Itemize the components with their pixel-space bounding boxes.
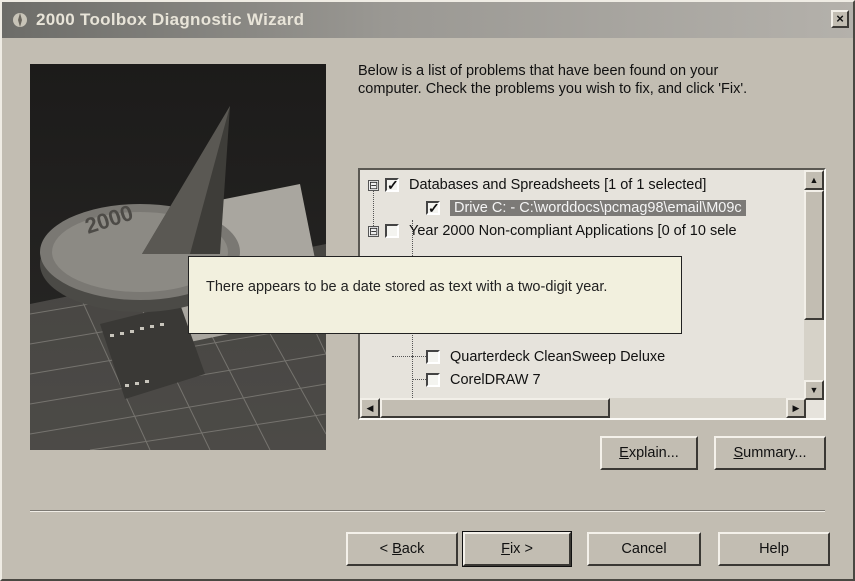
explain-button[interactable]: Explain... <box>600 436 698 470</box>
explain-label: xplain... <box>628 445 679 461</box>
problem-tooltip: There appears to be a date stored as tex… <box>188 256 682 334</box>
tree-item-noncompliant-apps[interactable]: ⊟ Year 2000 Non-compliant Applications [… <box>368 220 737 242</box>
arrow-up-icon: ▲ <box>809 175 819 185</box>
collapse-icon[interactable]: ⊟ <box>368 225 379 237</box>
arrow-right-icon: ▶ <box>792 403 800 413</box>
summary-mnemonic: S <box>733 445 744 461</box>
tree-item-cleansweep[interactable]: Quarterdeck CleanSweep Deluxe <box>426 346 665 368</box>
cancel-label: Cancel <box>621 541 667 557</box>
tree-connector <box>412 356 426 357</box>
help-label: Help <box>759 541 789 557</box>
app-icon <box>13 13 27 27</box>
tree-item-label: Drive C: - C:\worddocs\pcmag98\email\M09… <box>450 200 746 216</box>
title-bar[interactable]: 2000 Toolbox Diagnostic Wizard × <box>2 2 853 38</box>
back-mnemonic: B <box>392 541 402 557</box>
horizontal-scroll-thumb[interactable] <box>380 398 610 418</box>
fix-mnemonic: F <box>501 541 510 557</box>
fix-button[interactable]: Fix > <box>462 531 572 567</box>
back-button[interactable]: < Back <box>346 532 458 566</box>
tree-item-label: Year 2000 Non-compliant Applications [0 … <box>409 223 737 239</box>
checkbox-cleansweep[interactable] <box>426 350 440 364</box>
instructions-line-1: Below is a list of problems that have be… <box>358 63 719 79</box>
explain-mnemonic: E <box>619 445 629 461</box>
checkbox-noncompliant-apps[interactable] <box>385 224 399 238</box>
instructions-text: Below is a list of problems that have be… <box>358 62 838 98</box>
summary-button[interactable]: Summary... <box>714 436 826 470</box>
fix-label: ix > <box>509 541 533 557</box>
checkbox-databases[interactable]: ✓ <box>385 178 399 192</box>
scroll-up-button[interactable]: ▲ <box>804 170 824 190</box>
button-separator <box>30 510 825 512</box>
tree-item-label: Quarterdeck CleanSweep Deluxe <box>450 349 666 365</box>
close-button[interactable]: × <box>831 10 849 28</box>
window-title: 2000 Toolbox Diagnostic Wizard <box>36 10 305 29</box>
scroll-left-button[interactable]: ◀ <box>360 398 380 418</box>
close-icon: × <box>836 11 844 26</box>
horizontal-scrollbar[interactable]: ◀ ▶ <box>360 398 806 418</box>
summary-label: ummary... <box>743 445 807 461</box>
vertical-scrollbar[interactable]: ▲ ▼ <box>804 170 824 400</box>
scroll-down-button[interactable]: ▼ <box>804 380 824 400</box>
tree-item-label: Databases and Spreadsheets [1 of 1 selec… <box>409 177 707 193</box>
tree-connector <box>412 379 426 380</box>
arrow-down-icon: ▼ <box>809 385 819 395</box>
checkbox-drive-c[interactable]: ✓ <box>426 201 440 215</box>
help-button[interactable]: Help <box>718 532 830 566</box>
tree-connector <box>392 356 412 357</box>
vertical-scroll-thumb[interactable] <box>804 190 824 320</box>
cancel-button[interactable]: Cancel <box>587 532 701 566</box>
tree-item-coreldraw[interactable]: CorelDRAW 7 <box>426 369 541 391</box>
tree-item-drive-c[interactable]: ✓ Drive C: - C:\worddocs\pcmag98\email\M… <box>426 197 746 219</box>
tree-item-databases[interactable]: ⊟ ✓ Databases and Spreadsheets [1 of 1 s… <box>368 174 706 196</box>
wizard-window: 2000 Toolbox Diagnostic Wizard × 2000 Be… <box>0 0 855 581</box>
collapse-icon[interactable]: ⊟ <box>368 179 379 191</box>
back-prefix: < <box>379 541 393 557</box>
tree-item-label: CorelDRAW 7 <box>450 372 541 388</box>
tooltip-text: There appears to be a date stored as tex… <box>206 279 608 295</box>
back-label: ack <box>401 541 425 557</box>
arrow-left-icon: ◀ <box>366 403 374 413</box>
checkbox-coreldraw[interactable] <box>426 373 440 387</box>
scroll-right-button[interactable]: ▶ <box>786 398 806 418</box>
instructions-line-2: computer. Check the problems you wish to… <box>358 81 748 97</box>
